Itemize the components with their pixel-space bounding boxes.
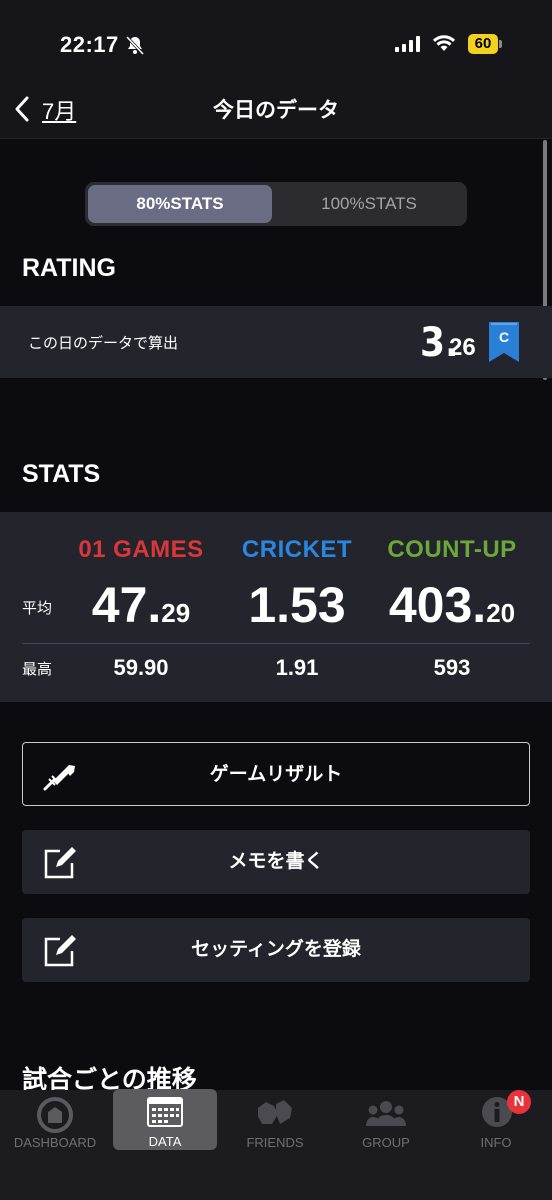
dashboard-icon	[37, 1097, 73, 1133]
rating-heading: RATING	[22, 254, 116, 282]
wifi-icon	[433, 35, 455, 51]
avg-01-games: 47.29	[62, 576, 220, 634]
avg-cricket: 1.53	[220, 576, 374, 634]
segment-100-stats[interactable]: 100%STATS	[274, 185, 464, 223]
dart-icon	[43, 765, 75, 791]
rating-class-letter: C	[498, 329, 510, 345]
tab-group[interactable]: GROUP	[331, 1090, 441, 1150]
avg-01-games-dec: 29	[161, 598, 191, 628]
max-count-up: 593	[433, 655, 471, 680]
tab-label: DASHBOARD	[13, 1135, 97, 1150]
stats-heading: STATS	[22, 460, 101, 488]
avg-row-label: 平均	[22, 600, 53, 617]
avg-cricket-int: 1.53	[248, 577, 346, 633]
group-icon	[366, 1101, 406, 1126]
rating-value-dec: 26	[449, 334, 476, 361]
friends-icon	[258, 1100, 292, 1124]
tab-label: GROUP	[362, 1135, 410, 1150]
max-row-label: 最高	[22, 661, 53, 678]
tab-data[interactable]: DATA	[113, 1089, 217, 1150]
avg-count-up-int: 403.	[388, 577, 487, 633]
segment-80-stats[interactable]: 80%STATS	[88, 185, 272, 223]
edit-icon	[44, 847, 76, 879]
battery-indicator: 60	[468, 34, 498, 54]
data-icon	[147, 1097, 183, 1127]
info-badge: N	[507, 1090, 531, 1114]
status-time: 22:17	[60, 32, 119, 57]
tab-friends[interactable]: FRIENDS	[220, 1090, 330, 1150]
avg-count-up-dec: 20	[486, 598, 516, 628]
write-memo-button[interactable]: メモを書く	[22, 830, 530, 894]
col-header-cricket: CRICKET	[241, 536, 353, 563]
battery-tip	[499, 40, 502, 48]
cell-signal-icon	[395, 36, 420, 52]
register-setting-button[interactable]: セッティングを登録	[22, 918, 530, 982]
tab-info[interactable]: INFO	[441, 1090, 551, 1150]
bell-muted-icon	[125, 35, 145, 56]
avg-count-up: 403.20	[374, 576, 530, 634]
page-title: 今日のデータ	[213, 99, 339, 122]
tab-label: INFO	[480, 1135, 512, 1150]
tab-label: FRIENDS	[246, 1135, 304, 1150]
max-cricket: 1.91	[275, 655, 319, 680]
tab-label: DATA	[148, 1134, 182, 1149]
rating-row-label: この日のデータで算出	[28, 335, 179, 352]
avg-01-games-int: 47.	[91, 577, 162, 633]
edit-icon	[44, 935, 76, 967]
stats-divider	[22, 643, 530, 644]
game-result-button[interactable]: ゲームリザルト	[22, 742, 530, 806]
col-header-01-games: 01 GAMES	[78, 536, 204, 563]
max-01-games: 59.90	[113, 655, 169, 680]
tab-dashboard[interactable]: DASHBOARD	[0, 1090, 110, 1150]
col-header-count-up: COUNT-UP	[387, 536, 517, 563]
